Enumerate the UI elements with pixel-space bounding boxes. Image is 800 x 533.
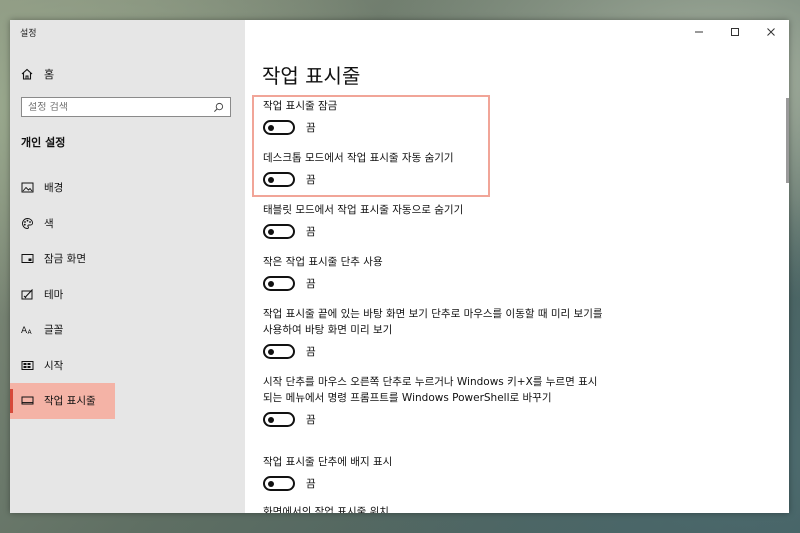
maximize-button[interactable]	[717, 20, 753, 44]
toggle-state: 끔	[306, 122, 316, 134]
toggle-knob	[268, 124, 274, 131]
setting-label: 작업 표시줄 잠금	[263, 100, 338, 112]
sidebar-item-taskbar[interactable]: 작업 표시줄	[10, 383, 115, 419]
sidebar-item-font[interactable]: A A 글꼴	[10, 312, 245, 348]
minimize-icon	[695, 31, 703, 33]
setting-label: 화면에서의 작업 표시줄 위치	[263, 506, 389, 513]
toggle-state: 끔	[306, 174, 316, 186]
font-icon: A A	[21, 326, 33, 336]
theme-icon	[21, 288, 33, 300]
setting-label: 작업 표시줄 단추에 배지 표시	[263, 456, 393, 468]
setting-lock-taskbar: 작업 표시줄 잠금 끔	[263, 98, 603, 135]
setting-autohide-tablet: 태블릿 모드에서 작업 표시줄 자동으로 숨기기 끔	[263, 202, 603, 239]
toggle-knob	[268, 176, 274, 183]
page-title: 작업 표시줄	[262, 64, 361, 88]
toggle-knob	[268, 228, 274, 235]
toggle-knob	[268, 280, 274, 287]
autohide-tablet-toggle[interactable]	[263, 224, 295, 239]
powershell-toggle[interactable]	[263, 412, 295, 427]
sidebar-item-label: 테마	[44, 288, 64, 301]
setting-label: 태블릿 모드에서 작업 표시줄 자동으로 숨기기	[263, 204, 464, 216]
setting-autohide-desktop: 데스크톱 모드에서 작업 표시줄 자동 숨기기 끔	[263, 150, 603, 187]
settings-window: 설정 홈 개인 설정 배경	[10, 20, 789, 513]
window-controls	[681, 20, 789, 44]
peek-preview-toggle[interactable]	[263, 344, 295, 359]
sidebar-item-color[interactable]: 색	[10, 206, 245, 242]
search-input[interactable]	[28, 101, 213, 113]
main-content: 작업 표시줄 작업 표시줄 잠금 끔 데스크톱 모드에서 작업 표시줄 자동 숨…	[245, 20, 789, 513]
toggle-knob	[268, 416, 274, 423]
scrollbar[interactable]	[786, 98, 789, 183]
sidebar-item-start[interactable]: 시작	[10, 348, 245, 384]
setting-taskbar-position: 화면에서의 작업 표시줄 위치	[263, 504, 603, 513]
sidebar-item-label: 배경	[44, 182, 64, 195]
minimize-button[interactable]	[681, 20, 717, 44]
sidebar-item-lock-screen[interactable]: 잠금 화면	[10, 241, 245, 277]
home-label: 홈	[44, 68, 55, 81]
setting-powershell: 시작 단추를 마우스 오른쪽 단추로 누르거나 Windows 키+X를 누르면…	[263, 374, 603, 427]
maximize-icon	[731, 28, 739, 36]
sidebar-item-label: 작업 표시줄	[44, 395, 96, 408]
search-icon	[214, 102, 224, 112]
setting-label: 데스크톱 모드에서 작업 표시줄 자동 숨기기	[263, 152, 454, 164]
start-icon	[21, 360, 34, 370]
sidebar: 설정 홈 개인 설정 배경	[10, 20, 245, 513]
image-icon	[21, 182, 34, 193]
toggle-state: 끔	[306, 346, 316, 358]
lock-taskbar-toggle[interactable]	[263, 120, 295, 135]
setting-peek-preview: 작업 표시줄 끝에 있는 바탕 화면 보기 단추로 마우스를 이동할 때 미리 …	[263, 306, 603, 359]
search-box[interactable]	[21, 97, 231, 117]
home-icon	[21, 68, 33, 80]
badges-toggle[interactable]	[263, 476, 295, 491]
toggle-state: 끔	[306, 414, 316, 426]
svg-text:A: A	[28, 329, 33, 336]
toggle-state: 끔	[306, 278, 316, 290]
close-icon	[767, 28, 775, 36]
close-button[interactable]	[753, 20, 789, 44]
palette-icon	[22, 217, 33, 229]
taskbar-icon	[21, 396, 34, 405]
setting-label: 시작 단추를 마우스 오른쪽 단추로 누르거나 Windows 키+X를 누르면…	[263, 376, 598, 404]
nav-list: 배경 색 잠금 화면 테마 A A 글꼴 시작 작업 표시줄	[10, 170, 245, 419]
setting-badges: 작업 표시줄 단추에 배지 표시 끔	[263, 454, 603, 491]
app-title: 설정	[20, 29, 37, 39]
autohide-desktop-toggle[interactable]	[263, 172, 295, 187]
setting-label: 작은 작업 표시줄 단추 사용	[263, 256, 383, 268]
sidebar-item-background[interactable]: 배경	[10, 170, 245, 206]
toggle-state: 끔	[306, 226, 316, 238]
sidebar-item-label: 잠금 화면	[44, 253, 86, 266]
home-nav-item[interactable]: 홈	[20, 64, 54, 84]
toggle-knob	[268, 480, 274, 487]
setting-label: 작업 표시줄 끝에 있는 바탕 화면 보기 단추로 마우스를 이동할 때 미리 …	[263, 308, 603, 336]
small-buttons-toggle[interactable]	[263, 276, 295, 291]
section-title: 개인 설정	[21, 136, 66, 149]
toggle-state: 끔	[306, 478, 316, 490]
sidebar-item-theme[interactable]: 테마	[10, 277, 245, 313]
sidebar-item-label: 글꼴	[44, 324, 64, 337]
sidebar-item-label: 색	[44, 217, 54, 230]
lock-screen-icon	[21, 254, 34, 264]
sidebar-item-label: 시작	[44, 359, 64, 372]
setting-small-buttons: 작은 작업 표시줄 단추 사용 끔	[263, 254, 603, 291]
toggle-knob	[268, 348, 274, 355]
